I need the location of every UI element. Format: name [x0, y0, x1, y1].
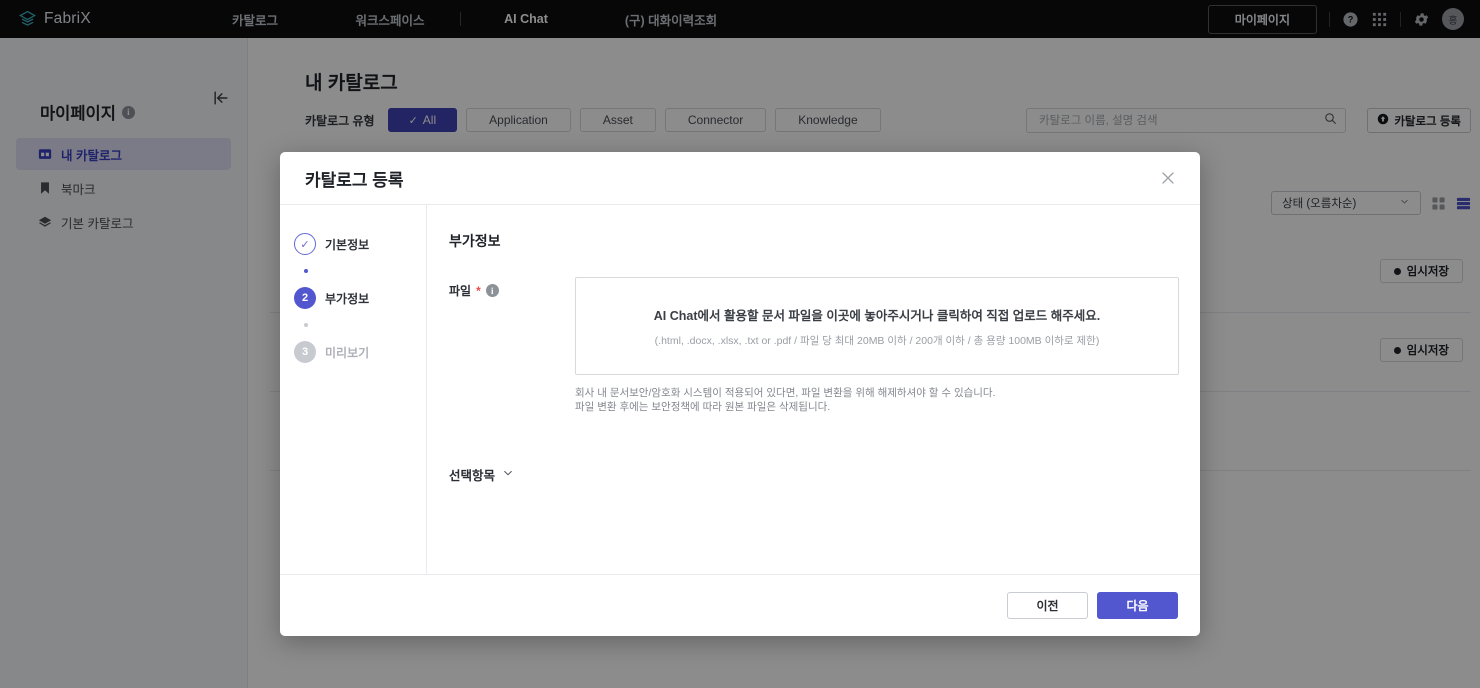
- step-preview[interactable]: 3 미리보기: [280, 340, 426, 364]
- modal-header: 카탈로그 등록: [280, 152, 1200, 204]
- dropzone-main-text: AI Chat에서 활용할 문서 파일을 이곳에 놓아주시거나 클릭하여 직접 …: [653, 308, 1101, 323]
- app-root: FabriX 카탈로그 워크스페이스 AI Chat (구) 대화이력조회 마이…: [0, 0, 1480, 688]
- register-catalog-modal: 카탈로그 등록 ✓ 기본정보 2 부가정보 3 미리보기 부가정보 파일 * i…: [280, 152, 1200, 636]
- step-label: 기본정보: [325, 237, 370, 252]
- modal-title: 카탈로그 등록: [305, 170, 404, 190]
- file-field-body: AI Chat에서 활용할 문서 파일을 이곳에 놓아주시거나 클릭하여 직접 …: [575, 277, 1179, 415]
- notice-line-1: 회사 내 문서보안/암호화 시스템이 적용되어 있다면, 파일 변환을 위해 해…: [575, 387, 996, 399]
- notice-line-2: 파일 변환 후에는 보안정책에 따라 원본 파일은 삭제됩니다.: [575, 400, 831, 413]
- step-label: 부가정보: [325, 291, 370, 306]
- file-field: 파일 * i AI Chat에서 활용할 문서 파일을 이곳에 놓아주시거나 클…: [449, 277, 1179, 415]
- connector-dot-icon: [304, 323, 308, 327]
- step-connector: [280, 310, 426, 340]
- modal-stepper: ✓ 기본정보 2 부가정보 3 미리보기: [280, 205, 427, 574]
- file-dropzone[interactable]: AI Chat에서 활용할 문서 파일을 이곳에 놓아주시거나 클릭하여 직접 …: [575, 277, 1179, 375]
- security-notice: 회사 내 문서보안/암호화 시스템이 적용되어 있다면, 파일 변환을 위해 해…: [575, 387, 1179, 415]
- file-label-text: 파일: [449, 284, 472, 298]
- step-basic-info[interactable]: ✓ 기본정보: [280, 232, 426, 256]
- step-label: 미리보기: [325, 345, 370, 360]
- step-check-icon: ✓: [294, 233, 316, 255]
- close-icon[interactable]: [1158, 168, 1178, 188]
- connector-dot-icon: [304, 269, 308, 273]
- chevron-down-icon: [502, 467, 514, 482]
- optional-section-label: 선택항목: [449, 468, 496, 483]
- info-icon[interactable]: i: [485, 284, 499, 297]
- step-number: 3: [294, 341, 316, 363]
- step-additional-info[interactable]: 2 부가정보: [280, 286, 426, 310]
- file-field-label: 파일 * i: [449, 277, 575, 299]
- prev-button[interactable]: 이전: [1007, 592, 1088, 619]
- optional-section-toggle[interactable]: 선택항목: [449, 465, 1179, 484]
- panel-title: 부가정보: [449, 233, 501, 249]
- modal-panel: 부가정보 파일 * i AI Chat에서 활용할 문서 파일을 이곳에 놓아주…: [427, 205, 1200, 574]
- modal-body: ✓ 기본정보 2 부가정보 3 미리보기 부가정보 파일 * i AI Chat…: [280, 204, 1200, 574]
- step-connector: [280, 256, 426, 286]
- required-mark: *: [476, 283, 481, 298]
- dropzone-sub-text: (.html, .docx, .xlsx, .txt or .pdf / 파일 …: [654, 334, 1100, 347]
- next-button[interactable]: 다음: [1097, 592, 1178, 619]
- step-number: 2: [294, 287, 316, 309]
- modal-footer: 이전 다음: [280, 574, 1200, 636]
